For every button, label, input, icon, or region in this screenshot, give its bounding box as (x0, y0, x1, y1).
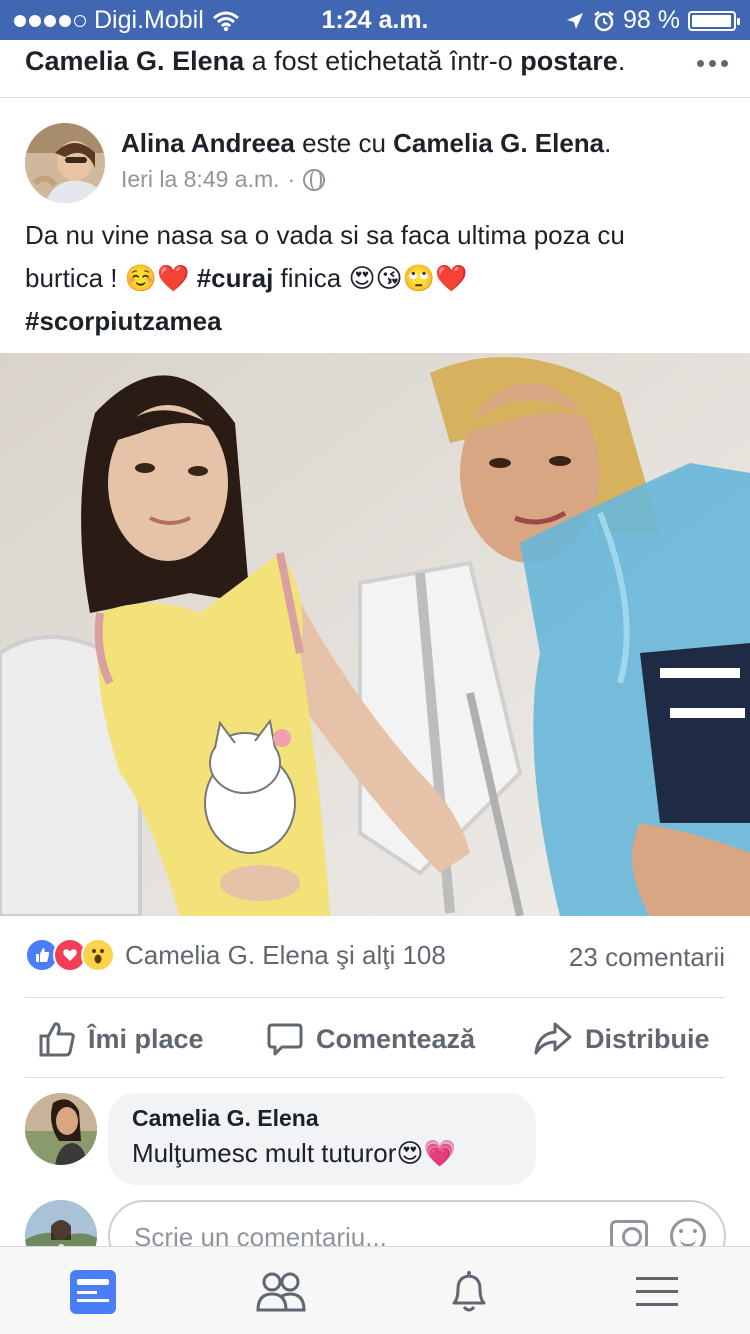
like-label: Îmi place (88, 1023, 204, 1054)
divider (25, 997, 725, 998)
notifications-icon (452, 1271, 486, 1312)
menu-icon (636, 1277, 678, 1306)
thumbs-up-icon (39, 1022, 75, 1057)
reactions-text[interactable]: Camelia G. Elena şi alţi 108 (125, 940, 446, 971)
tagged-name[interactable]: Camelia G. Elena (393, 128, 604, 158)
post-body: Da nu vine nasa sa o vada si sa faca ult… (25, 220, 625, 336)
notification-text: Camelia G. Elena a fost etichetată într-… (25, 46, 626, 76)
notification-header[interactable]: Camelia G. Elena a fost etichetată într-… (0, 40, 750, 98)
alarm-icon (594, 10, 614, 31)
comment-bubble[interactable]: Camelia G. Elena Mulţumesc mult tuturor😍… (108, 1093, 536, 1185)
globe-icon (303, 168, 326, 191)
wow-icon (81, 938, 115, 972)
post-actions: Îmi place Comentează Distribuie (0, 1000, 750, 1076)
reactions-summary[interactable]: Camelia G. Elena şi alţi 108 (25, 938, 446, 972)
tab-bar (0, 1246, 750, 1334)
more-options-icon[interactable] (697, 60, 728, 67)
author-name[interactable]: Alina Andreea (121, 128, 295, 158)
hashtag-scorpiutzamea[interactable]: #scorpiutzamea (25, 306, 222, 336)
location-icon (567, 12, 584, 29)
battery-percent: 98 % (623, 6, 680, 34)
post-photo[interactable] (0, 353, 750, 916)
tab-notifications[interactable] (444, 1267, 494, 1317)
commenter-avatar[interactable] (25, 1093, 97, 1165)
friends-icon (256, 1272, 306, 1312)
comment-label: Comentează (316, 1023, 476, 1054)
notification-post-link[interactable]: postare (520, 46, 618, 76)
tab-friends[interactable] (256, 1267, 306, 1317)
share-label: Distribuie (585, 1023, 710, 1054)
tab-news-feed[interactable] (68, 1267, 118, 1317)
news-feed-icon (70, 1270, 116, 1314)
author-avatar[interactable] (25, 123, 105, 203)
comment-author[interactable]: Camelia G. Elena (132, 1105, 512, 1132)
comment-button[interactable]: Comentează (266, 1020, 475, 1058)
share-icon (534, 1022, 572, 1055)
post-meta: Ieri la 8:49 a.m. · (121, 166, 326, 193)
comment-icon (267, 1023, 303, 1056)
status-bar: Digi.Mobil 1:24 a.m. 98 % (0, 0, 750, 40)
comments-count[interactable]: 23 comentarii (569, 942, 725, 973)
post-author-line: Alina Andreea este cu Camelia G. Elena. (121, 128, 612, 158)
status-indicators: 98 % (565, 6, 740, 35)
tab-menu[interactable] (632, 1267, 682, 1317)
like-button[interactable]: Îmi place (38, 1020, 204, 1058)
share-button[interactable]: Distribuie (533, 1020, 710, 1058)
battery-level (692, 14, 732, 27)
notification-name[interactable]: Camelia G. Elena (25, 46, 244, 76)
divider (25, 1077, 725, 1078)
comment-text: Mulţumesc mult tuturor😍💗 (132, 1138, 456, 1168)
battery-icon (688, 10, 740, 31)
hashtag-curaj[interactable]: #curaj (197, 263, 274, 293)
post-timestamp[interactable]: Ieri la 8:49 a.m. (121, 166, 280, 193)
